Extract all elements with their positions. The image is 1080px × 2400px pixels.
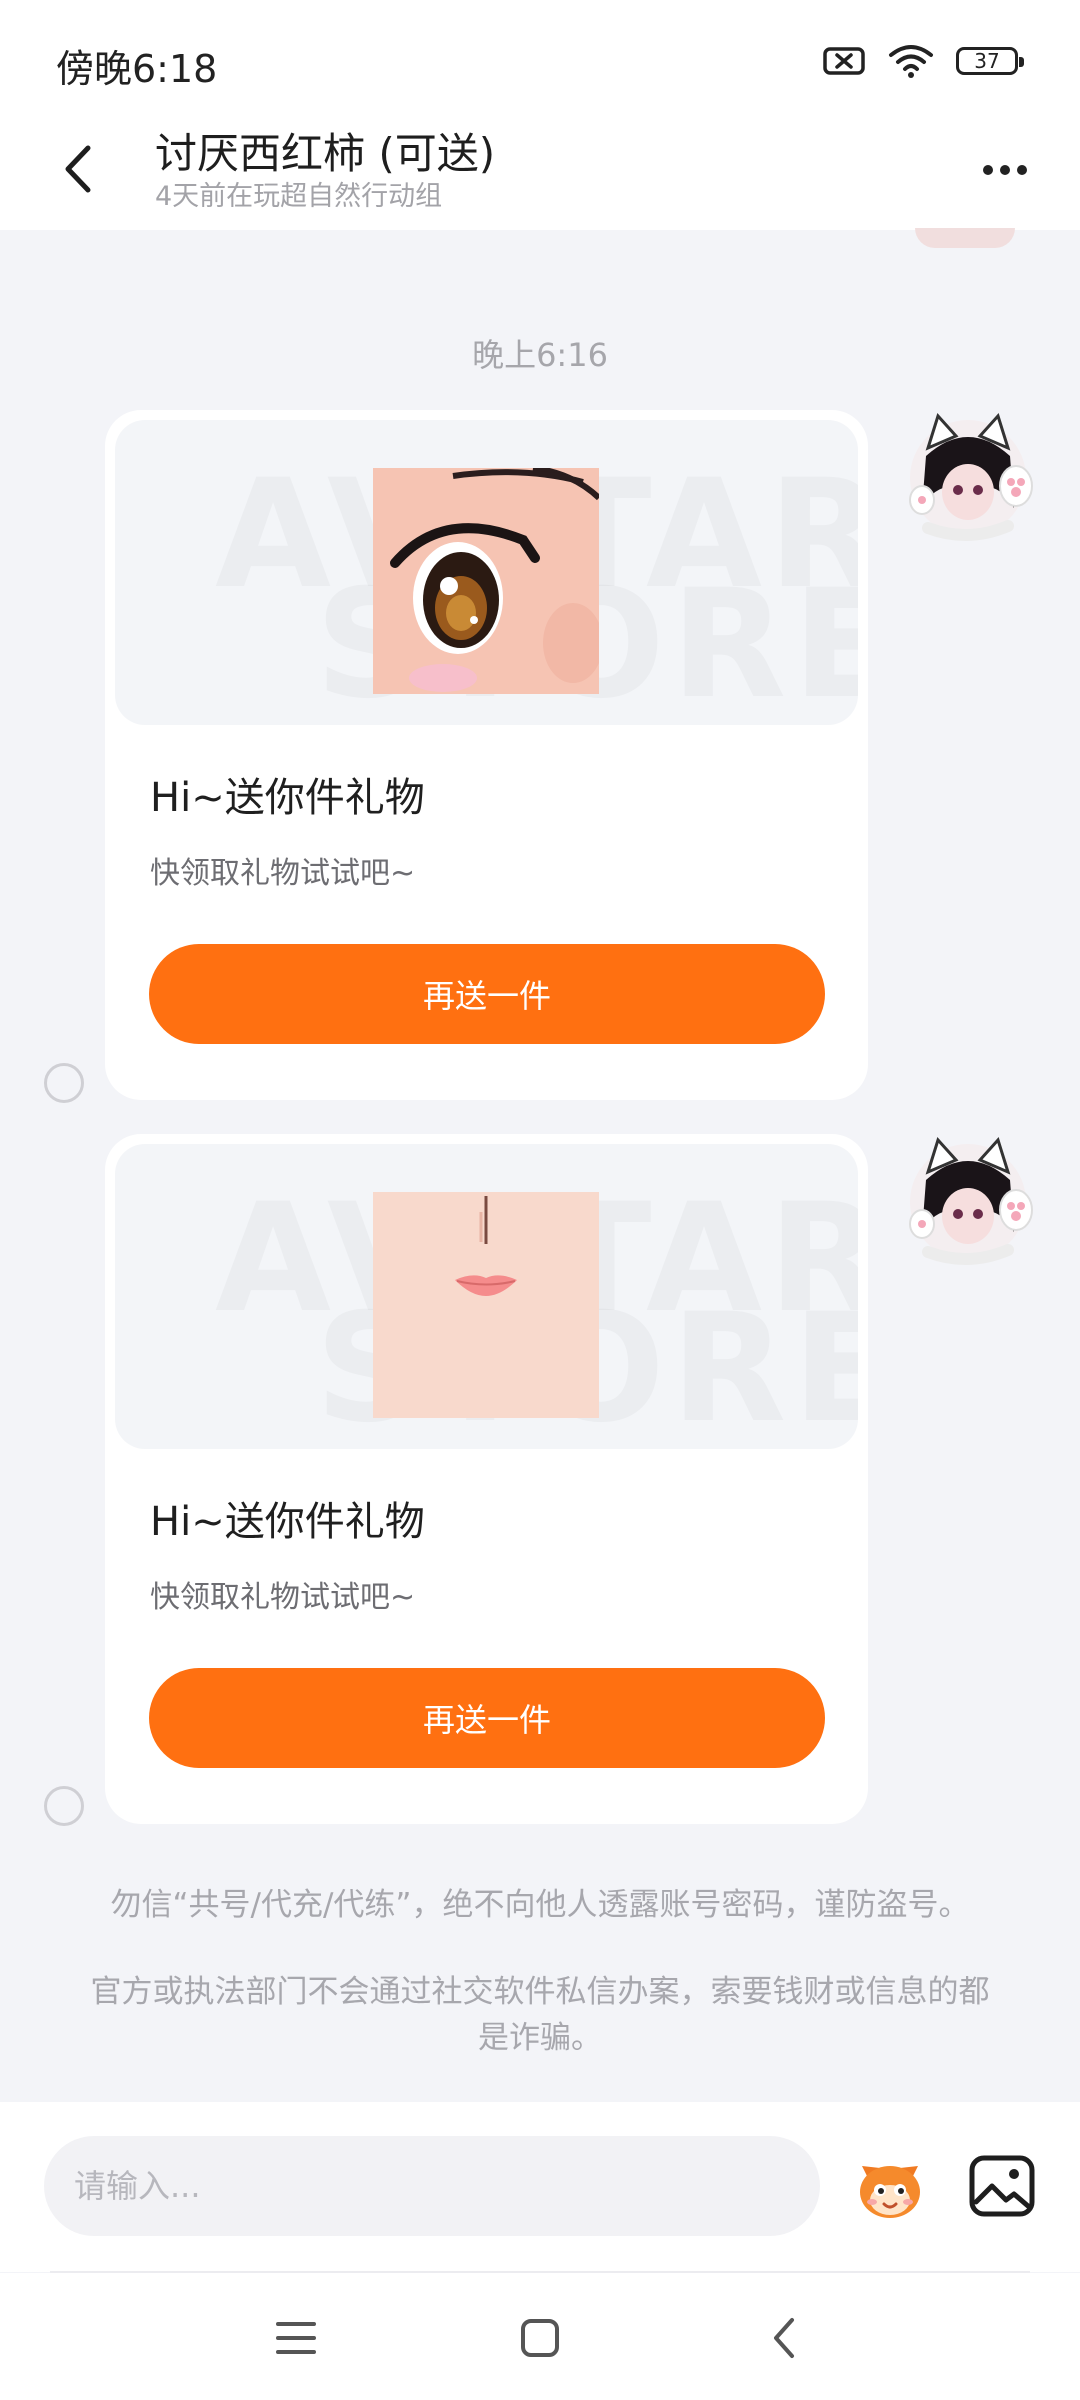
- gift-title: Hi~送你件礼物: [150, 1499, 425, 1545]
- notification-off-icon: [823, 47, 865, 75]
- wifi-icon: [889, 45, 933, 78]
- nav-back-button[interactable]: [744, 2303, 824, 2373]
- gift-message-card: AVATAR STORE Hi~送你件礼物 快领取礼物试试吧~ 再送一件: [105, 410, 868, 1100]
- nav-menu-button[interactable]: [256, 2303, 336, 2373]
- previous-avatar: [915, 228, 1015, 248]
- chat-subtitle: 4天前在玩超自然行动组: [155, 181, 443, 212]
- home-icon: [521, 2319, 559, 2357]
- send-again-button[interactable]: 再送一件: [149, 1668, 825, 1768]
- emoji-mascot-icon[interactable]: [850, 2146, 930, 2226]
- more-dot: [1017, 165, 1027, 175]
- menu-icon: [276, 2322, 316, 2354]
- back-button[interactable]: [48, 134, 108, 204]
- system-nav-bar: [0, 2273, 1080, 2400]
- battery-icon: 37: [956, 47, 1024, 75]
- status-bar: 傍晚6:18 37: [0, 0, 1080, 120]
- status-time: 傍晚6:18: [56, 47, 218, 91]
- gift-message-card: AVATAR STORE Hi~送你件礼物 快领取礼物试试吧~ 再送一件: [105, 1134, 868, 1824]
- chat-title: 讨厌西红柿 (可送): [155, 129, 496, 178]
- user-avatar[interactable]: [898, 408, 1038, 548]
- more-dot: [983, 165, 993, 175]
- mouth-gift-image: [373, 1192, 599, 1418]
- back-icon: [774, 2318, 794, 2358]
- back-arrow-icon: [65, 145, 91, 193]
- gift-image-area[interactable]: AVATAR STORE: [115, 1144, 858, 1449]
- safety-warning-text: 勿信“共号/代充/代练”，绝不向他人透露账号密码，谨防盗号。: [110, 1887, 970, 1923]
- image-icon[interactable]: [966, 2150, 1038, 2222]
- more-button[interactable]: [970, 140, 1040, 200]
- gift-image-area[interactable]: AVATAR STORE: [115, 420, 858, 725]
- gift-description: 快领取礼物试试吧~: [150, 856, 416, 891]
- message-time-label: 晚上6:16: [472, 336, 608, 374]
- fraud-warning-text: 官方或执法部门不会通过社交软件私信办案，索要钱财或信息的都是诈骗。: [90, 1974, 990, 2056]
- message-select-checkbox[interactable]: [44, 1786, 84, 1826]
- status-icons: 37: [822, 44, 1024, 78]
- battery-level: 37: [974, 49, 1000, 73]
- send-again-button[interactable]: 再送一件: [149, 944, 825, 1044]
- gift-title: Hi~送你件礼物: [150, 775, 425, 821]
- message-select-checkbox[interactable]: [44, 1063, 84, 1103]
- message-input-bar: [0, 2102, 1080, 2272]
- more-dot: [1000, 165, 1010, 175]
- message-input[interactable]: [44, 2136, 820, 2236]
- gift-description: 快领取礼物试试吧~: [150, 1580, 416, 1615]
- eye-gift-image: [373, 468, 599, 694]
- chat-header: 讨厌西红柿 (可送) 4天前在玩超自然行动组: [0, 120, 1080, 230]
- user-avatar[interactable]: [898, 1132, 1038, 1272]
- nav-home-button[interactable]: [500, 2303, 580, 2373]
